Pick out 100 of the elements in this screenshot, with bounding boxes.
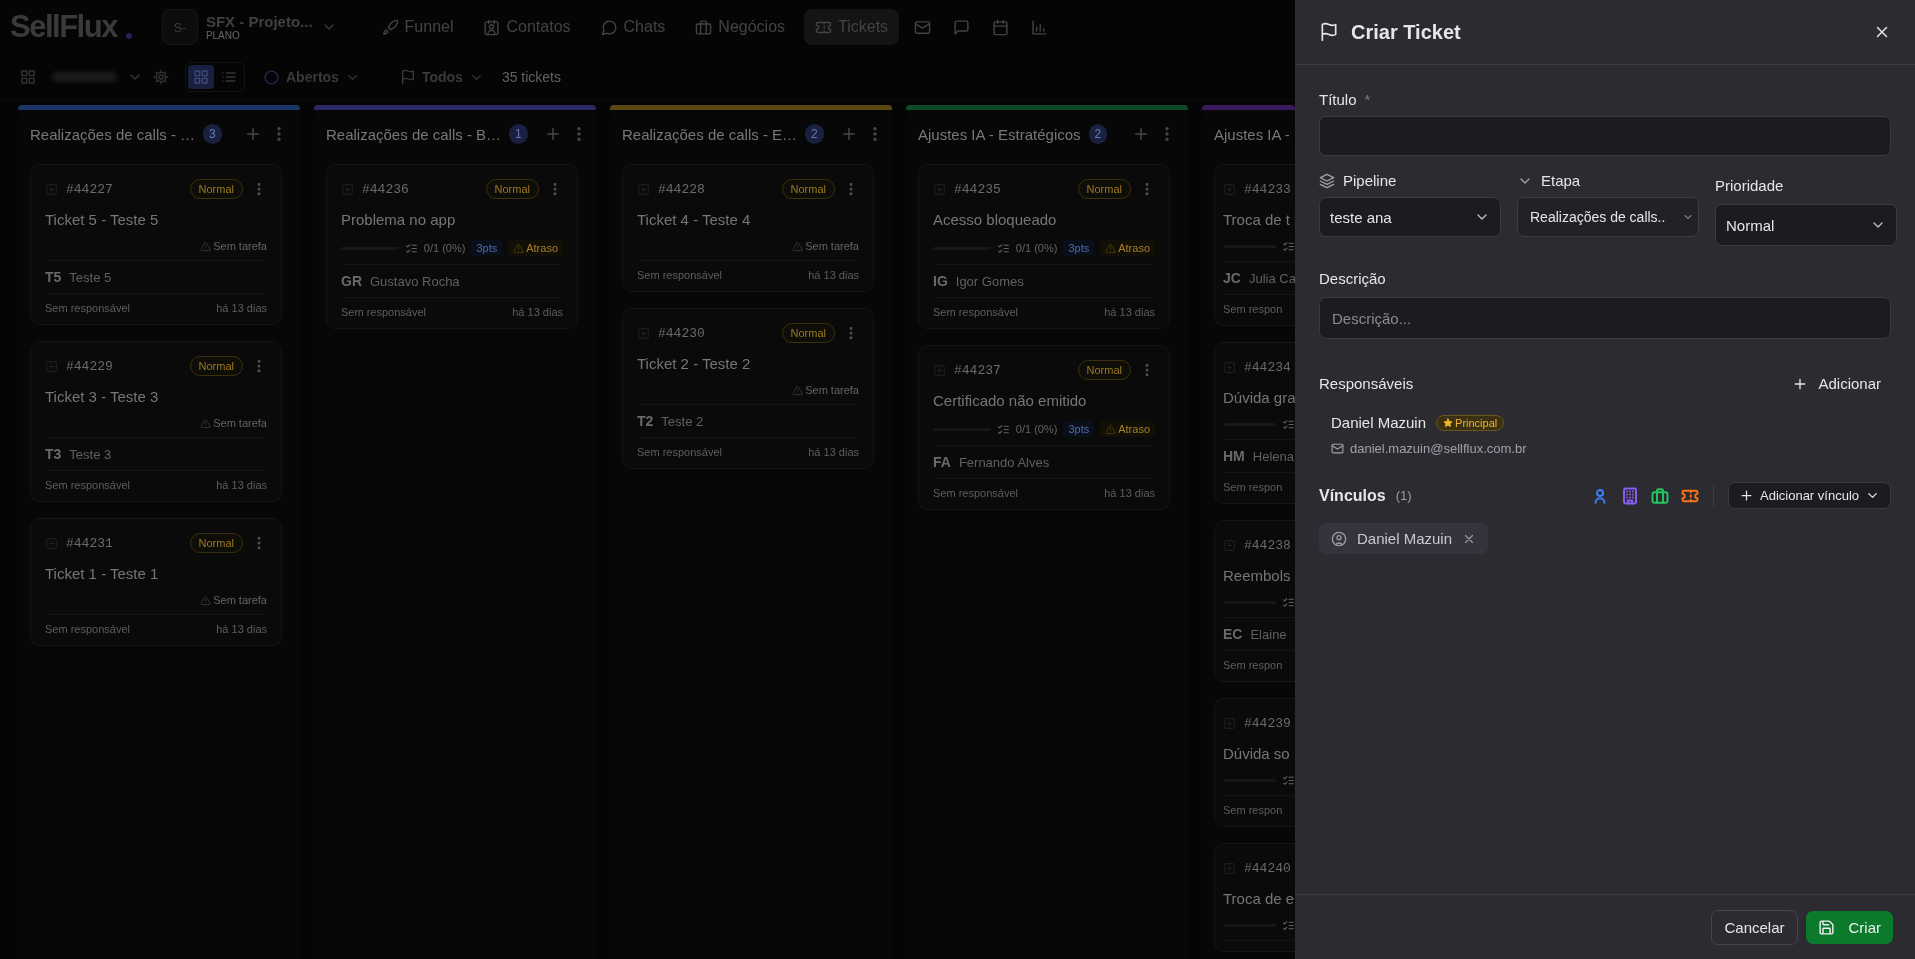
ticket-title: Problema no app: [341, 211, 457, 228]
blurred-selector[interactable]: [52, 72, 117, 82]
add-button[interactable]: Adicionar: [1782, 371, 1891, 396]
ticket-title: Reembols: [1223, 567, 1292, 584]
message-icon[interactable]: [953, 18, 971, 36]
add-icon[interactable]: [1132, 125, 1150, 143]
age-label: há 13 dias: [808, 446, 859, 458]
pipeline-select[interactable]: teste ana: [1319, 197, 1501, 237]
title-field[interactable]: [1319, 116, 1891, 156]
rocket-icon: [381, 18, 399, 36]
assignee-label: Sem respon: [1223, 303, 1283, 315]
ticket-id: #44235: [954, 181, 1002, 197]
checklist-icon: [996, 422, 1010, 436]
ticket-card[interactable]: #44234 Dúvida gra HM Helena Sem respon: [1214, 342, 1295, 504]
ticket-card[interactable]: #44240 Troca de e: [1214, 843, 1295, 952]
ticket-card[interactable]: #44233 Troca de t JC Julia Ca Sem respon: [1214, 164, 1295, 326]
ticket-card[interactable]: #44231 Normal Ticket 1 - Teste 1 Sem tarefa Sem responsável há 13 dias: [30, 518, 282, 646]
ticket-card[interactable]: #44229 Normal Ticket 3 - Teste 3 Sem tarefa T3 Teste 3 Sem responsável há 13 dias: [30, 341, 282, 502]
ticket-card[interactable]: #44227 Normal Ticket 5 - Teste 5 Sem tarefa T5 Teste 5 Sem responsável há 13 dias: [30, 164, 282, 325]
checklist-icon: [996, 241, 1010, 255]
logo-dot: [125, 33, 132, 39]
ticket-card[interactable]: #44230 Normal Ticket 2 - Teste 2 Sem tarefa T2 Teste 2 Sem responsável há 13 dias: [622, 308, 874, 469]
priority-badge: Normal: [485, 179, 539, 199]
ticket-card[interactable]: #44238 Reembols EC Elaine Sem respon: [1214, 520, 1295, 682]
contact-name: Elaine: [1250, 626, 1287, 642]
warning-icon: [513, 242, 525, 254]
no-task-label: Sem tarefa: [200, 594, 267, 606]
age-label: há 13 dias: [216, 623, 267, 635]
count-badge: 3: [203, 124, 222, 144]
ticket-card[interactable]: #44239 Dúvida so Sem respon: [1214, 698, 1295, 827]
grid-icon[interactable]: [20, 69, 36, 85]
ticket-card[interactable]: #44237 Normal Certificado não emitido 0/1 (0%) 3pts Atraso FA Fernando Alves Sem responsável há 13 dias: [918, 345, 1170, 510]
ticket-title: Certificado não emitido: [933, 392, 1088, 409]
create-button[interactable]: Criar: [1805, 910, 1893, 944]
ticket-id: #44236: [362, 181, 410, 197]
building-icon[interactable]: [1621, 486, 1639, 505]
save-icon: [1817, 918, 1835, 936]
checklist-icon: [404, 241, 418, 255]
stage-select[interactable]: Realizações de calls..: [1517, 197, 1699, 237]
ticket-title: Troca de e: [1223, 890, 1295, 907]
ticket-count: 35 tickets: [501, 69, 561, 85]
section-label: Vínculos: [1319, 486, 1386, 505]
contact-name: Julia Ca: [1248, 270, 1295, 286]
ticket-id: #44229: [66, 358, 114, 374]
contact-name: Gustavo Rocha: [370, 273, 460, 289]
contact-initials: HM: [1223, 448, 1245, 464]
contact-card-icon: [483, 18, 501, 36]
mail-icon[interactable]: [914, 18, 932, 36]
person-email: daniel.mazuin@sellflux.com.br: [1350, 441, 1527, 456]
checklist-icon: [1282, 596, 1295, 609]
ticket-card[interactable]: #44236 Normal Problema no app 0/1 (0%) 3pts Atraso GR Gustavo Rocha Sem responsável há 13 dias: [326, 164, 578, 329]
briefcase-icon: [695, 18, 713, 36]
add-icon[interactable]: [244, 125, 262, 143]
ticket-id: #44239: [1244, 715, 1292, 731]
priority-badge: Normal: [1077, 360, 1131, 380]
ticket-card[interactable]: #44228 Normal Ticket 4 - Teste 4 Sem tarefa Sem responsável há 13 dias: [622, 164, 874, 292]
late-badge: Atraso: [508, 240, 563, 256]
list-view-icon[interactable]: [221, 69, 237, 85]
workspace-plan: PLANO: [205, 30, 241, 41]
ticket-id: #44240: [1244, 860, 1292, 876]
assignee-label: Sem respon: [1223, 804, 1283, 816]
column-title: Realizações de calls - E…: [622, 125, 798, 143]
description-field[interactable]: Descrição...: [1319, 297, 1891, 339]
briefcase-icon[interactable]: [1651, 486, 1669, 505]
link-chip[interactable]: Daniel Mazuin: [1319, 523, 1489, 554]
checklist-icon: [1282, 919, 1295, 932]
grid-view-icon[interactable]: [193, 69, 209, 85]
progress-text: 0/1 (0%): [423, 242, 466, 254]
chat-bubble-icon: [600, 18, 618, 36]
cancel-button[interactable]: Cancelar: [1711, 909, 1798, 945]
calendar-icon[interactable]: [992, 18, 1010, 36]
assignee-label: Sem responsável: [637, 446, 722, 458]
field-label: Etapa: [1541, 172, 1581, 189]
contact-name: Teste 5: [69, 269, 112, 285]
assignee-label: Sem respon: [1223, 481, 1283, 493]
age-label: há 13 dias: [216, 302, 267, 314]
plus-icon: [1739, 488, 1754, 503]
contact-initials: JC: [1223, 270, 1241, 286]
link-count: (1): [1395, 488, 1412, 503]
user-circle-icon: [1331, 530, 1347, 547]
bar-chart-icon[interactable]: [1031, 18, 1049, 36]
warning-icon: [200, 594, 212, 606]
ticket-card[interactable]: #44235 Normal Acesso bloqueado 0/1 (0%) 3pts Atraso IG Igor Gomes Sem responsável há 13 dias: [918, 164, 1170, 329]
no-task-label: Sem tarefa: [200, 240, 267, 252]
contact-initials: T3: [45, 446, 62, 462]
assignee-label: Sem responsável: [933, 487, 1018, 499]
flag-icon: [399, 69, 416, 85]
settings-icon[interactable]: [153, 69, 169, 85]
age-label: há 13 dias: [1104, 306, 1155, 318]
priority-badge: Normal: [189, 356, 243, 376]
no-task-label: Sem tarefa: [792, 240, 859, 252]
count-badge: 2: [1088, 124, 1108, 144]
priority-select[interactable]: Normal: [1715, 204, 1897, 246]
assignee-label: Sem responsável: [933, 306, 1018, 318]
contact-name: Teste 2: [661, 413, 704, 429]
priority-badge: Normal: [781, 179, 835, 199]
add-link-button[interactable]: Adicionar vínculo: [1728, 482, 1891, 509]
assignee-label: Sem responsável: [45, 302, 130, 314]
ticket-id: #44230: [658, 325, 706, 341]
age-label: há 13 dias: [1104, 487, 1155, 499]
